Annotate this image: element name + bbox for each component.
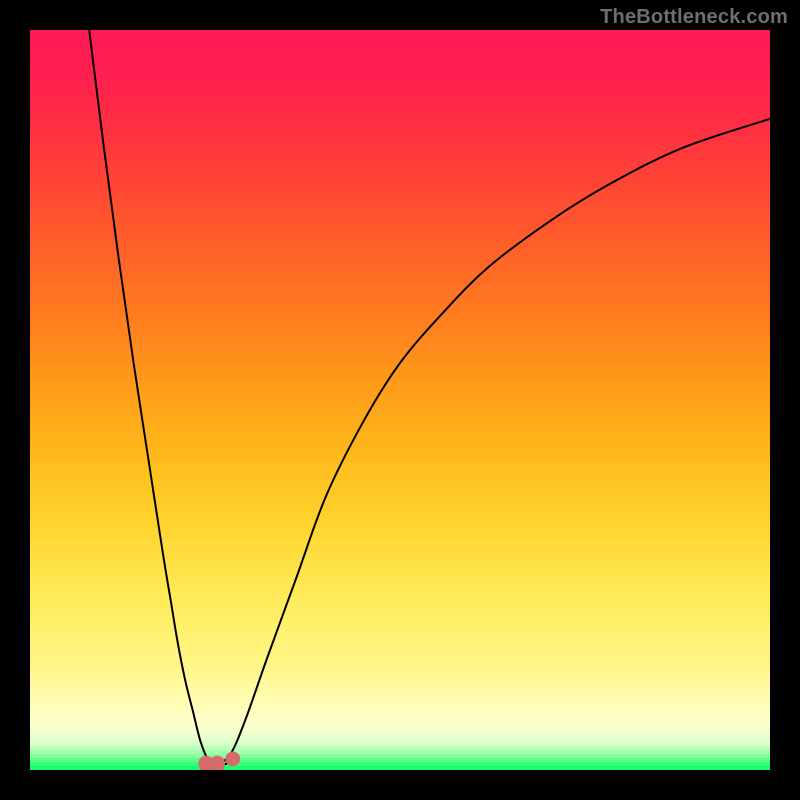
curve-curve-right	[215, 119, 770, 767]
plot-area	[30, 30, 770, 770]
curves-svg	[30, 30, 770, 770]
marker-dot-right	[225, 752, 240, 767]
curve-curve-left	[89, 30, 230, 766]
marker-blob-top	[209, 756, 225, 770]
watermark-text: TheBottleneck.com	[600, 6, 788, 29]
chart-frame: TheBottleneck.com	[0, 0, 800, 800]
